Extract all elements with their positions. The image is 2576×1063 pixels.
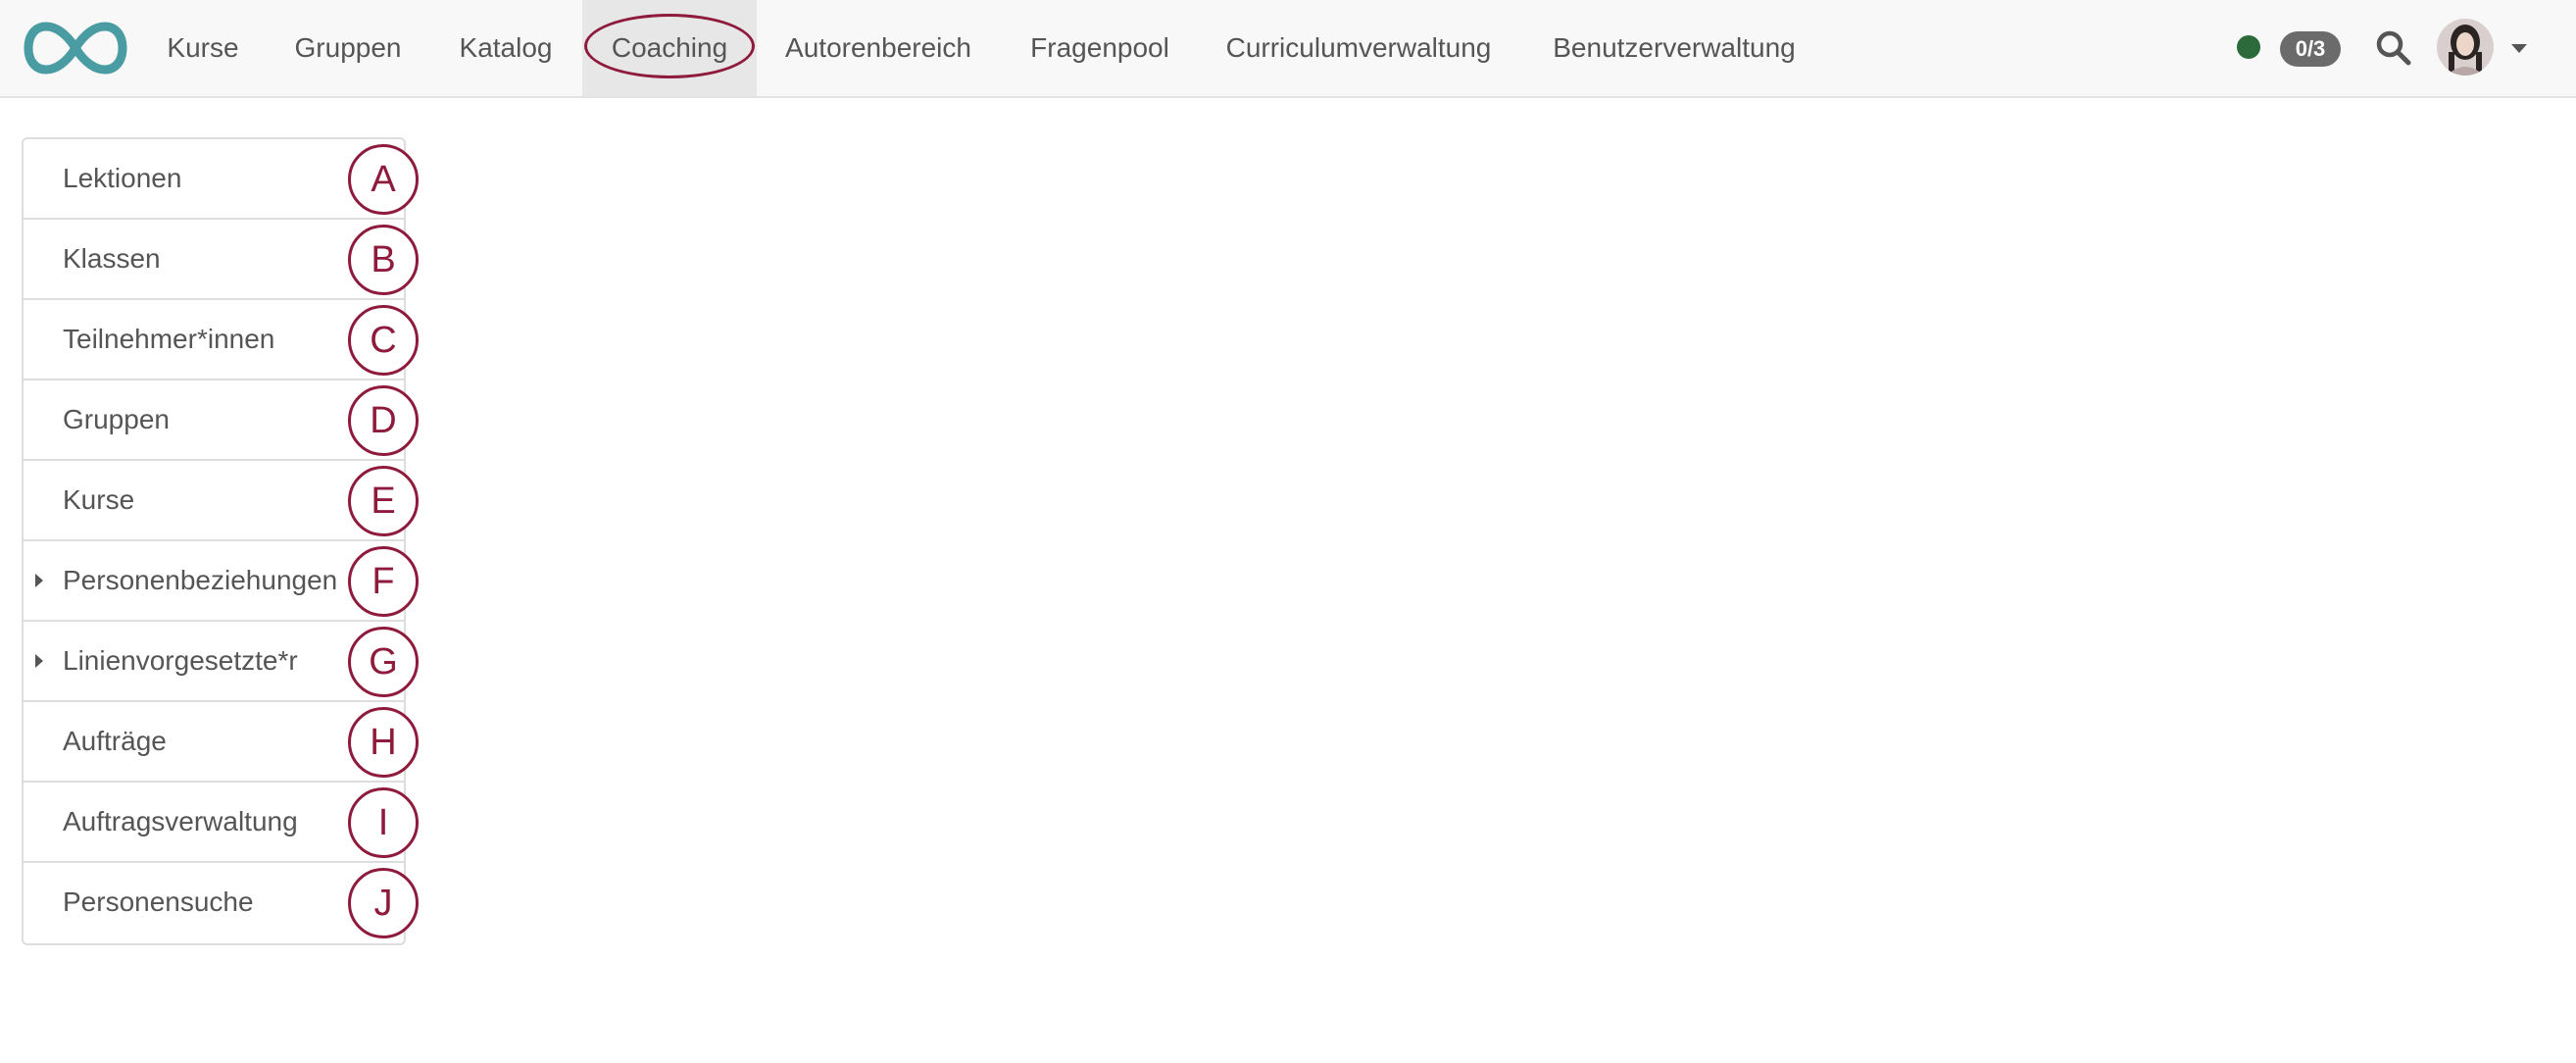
menu-item-label: Kurse — [63, 484, 135, 515]
marker-e: E — [348, 466, 419, 536]
menu-item-label: Aufträge — [63, 726, 167, 756]
menu-item-label: Personensuche — [63, 886, 254, 917]
online-status-icon[interactable] — [2237, 35, 2260, 59]
marker-g: G — [348, 627, 419, 697]
menu-item-kurse[interactable]: Kurse — [24, 461, 404, 541]
marker-f: F — [348, 546, 419, 617]
infinity-logo[interactable] — [24, 21, 127, 76]
menu-item-label: Lektionen — [63, 163, 182, 193]
menu-item-auftraege[interactable]: Aufträge — [24, 702, 404, 783]
menu-item-gruppen[interactable]: Gruppen — [24, 380, 404, 461]
nav-katalog[interactable]: Katalog — [437, 0, 574, 96]
marker-d: D — [348, 385, 419, 456]
menu-item-teilnehmer[interactable]: Teilnehmer*innen — [24, 300, 404, 380]
menu-item-personensuche[interactable]: Personensuche — [24, 863, 404, 943]
marker-h: H — [348, 707, 419, 778]
nav-coaching[interactable]: Coaching — [582, 0, 757, 96]
marker-c: C — [348, 305, 419, 376]
nav-autorenbereich[interactable]: Autorenbereich — [770, 0, 986, 96]
expand-triangle-icon[interactable] — [35, 654, 43, 668]
menu-item-label: Teilnehmer*innen — [63, 324, 275, 354]
marker-i: I — [348, 787, 419, 858]
menu-item-label: Auftragsverwaltung — [63, 806, 298, 836]
marker-j: J — [348, 868, 419, 938]
menu-item-lektionen[interactable]: Lektionen — [24, 139, 404, 220]
notification-badge[interactable]: 0/3 — [2280, 31, 2341, 67]
marker-a: A — [348, 144, 419, 215]
menu-item-linienvorgesetzte[interactable]: Linienvorgesetzte*r — [24, 622, 404, 702]
menu-item-label: Linienvorgesetzte*r — [63, 645, 298, 676]
expand-triangle-icon[interactable] — [35, 574, 43, 587]
nav-kurse[interactable]: Kurse — [147, 0, 259, 96]
search-icon[interactable] — [2375, 29, 2412, 67]
user-menu-caret-icon[interactable] — [2511, 44, 2527, 53]
menu-item-label: Personenbeziehungen — [63, 565, 338, 595]
user-avatar-icon[interactable] — [2437, 19, 2494, 76]
nav-fragenpool[interactable]: Fragenpool — [1014, 0, 1186, 96]
nav-benutzerverwaltung[interactable]: Benutzerverwaltung — [1537, 0, 1811, 96]
menu-item-label: Gruppen — [63, 404, 170, 434]
nav-gruppen[interactable]: Gruppen — [276, 0, 420, 96]
menu-item-auftragsverwaltung[interactable]: Auftragsverwaltung — [24, 783, 404, 863]
menu-item-klassen[interactable]: Klassen — [24, 220, 404, 300]
menu-item-label: Klassen — [63, 243, 161, 274]
menu-item-personenbeziehungen[interactable]: Personenbeziehungen — [24, 541, 404, 622]
nav-curriculumverwaltung[interactable]: Curriculumverwaltung — [1214, 0, 1504, 96]
top-navbar: Kurse Gruppen Katalog Coaching Autorenbe… — [0, 0, 2576, 98]
marker-b: B — [348, 225, 419, 295]
